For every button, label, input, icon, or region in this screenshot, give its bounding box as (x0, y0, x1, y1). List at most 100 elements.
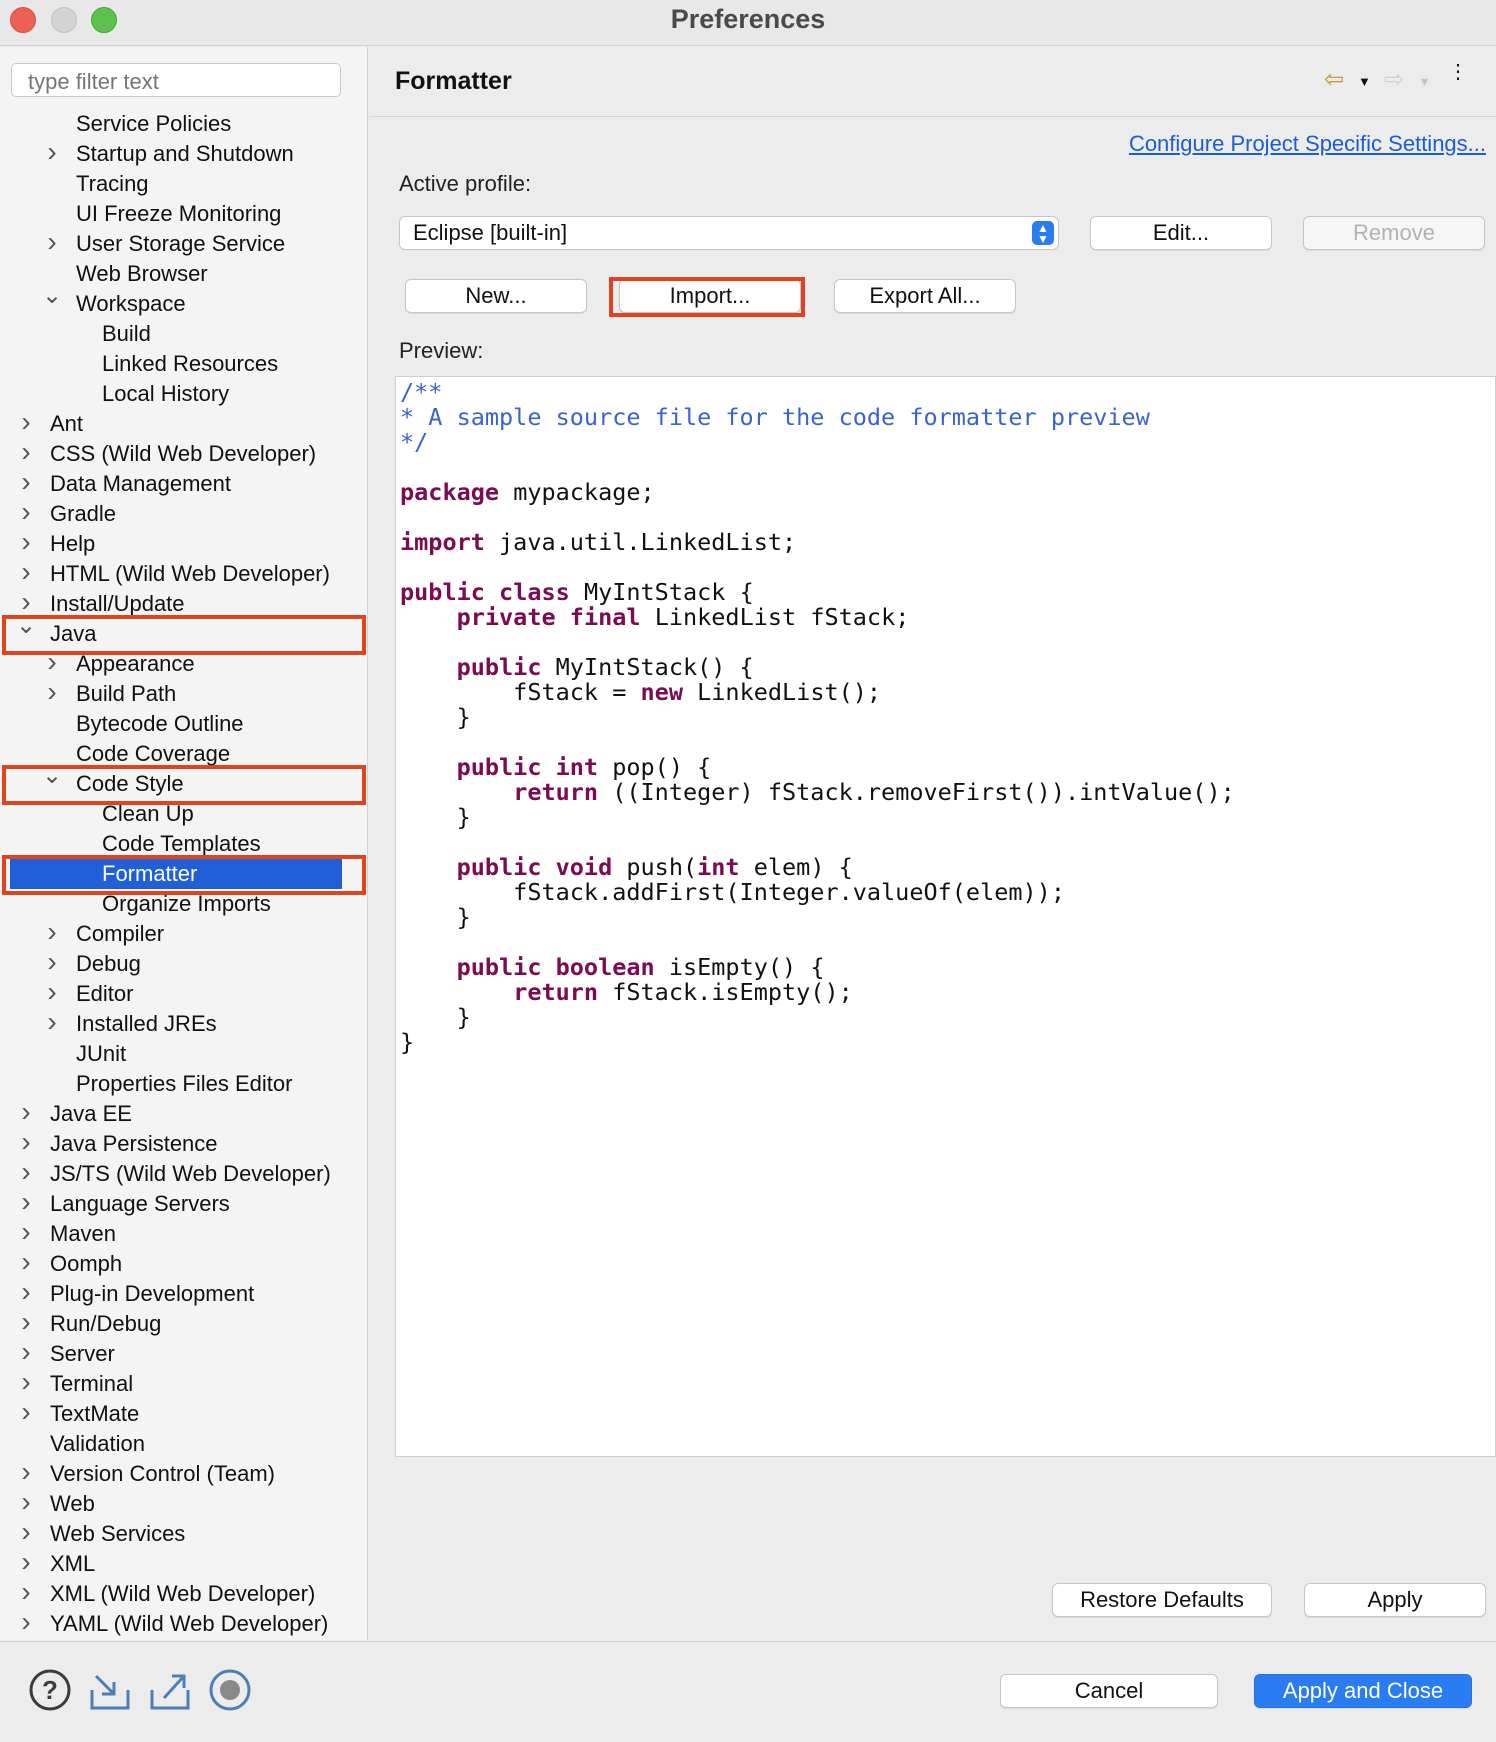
chevron-right-icon[interactable]: › (16, 1217, 36, 1247)
tree-item[interactable]: Linked Resources (0, 349, 367, 379)
back-arrow-icon[interactable]: ⇦ (1324, 65, 1344, 94)
tree-item[interactable]: › Server (0, 1337, 367, 1369)
chevron-right-icon[interactable]: › (16, 1157, 36, 1187)
tree-item[interactable]: Formatter (10, 859, 342, 889)
forward-dropdown-icon[interactable]: ▼ (1418, 74, 1431, 89)
tree-item[interactable]: Service Policies (0, 109, 367, 139)
tree-item[interactable]: › Web (0, 1487, 367, 1519)
tree-item[interactable]: ⌄ Java (0, 612, 367, 649)
chevron-right-icon[interactable]: › (16, 557, 36, 587)
tree-item[interactable]: › Compiler (0, 917, 367, 949)
tree-item[interactable]: › Web Services (0, 1517, 367, 1549)
export-all-button[interactable]: Export All... (834, 279, 1016, 313)
tree-item[interactable]: › CSS (Wild Web Developer) (0, 437, 367, 469)
import-button[interactable]: Import... (619, 279, 801, 313)
tree-item[interactable]: › Version Control (Team) (0, 1457, 367, 1489)
tree-item[interactable]: › Language Servers (0, 1187, 367, 1219)
tree-item[interactable]: › Debug (0, 947, 367, 979)
tree-item[interactable]: › Install/Update (0, 587, 367, 619)
view-menu-icon[interactable]: ⋮ (1448, 62, 1468, 82)
tree-item[interactable]: Build (0, 319, 367, 349)
chevron-right-icon[interactable]: › (42, 1007, 62, 1037)
apply-and-close-button[interactable]: Apply and Close (1254, 1674, 1472, 1708)
profile-select[interactable]: Eclipse [built-in] ▲ ▼ (399, 216, 1059, 250)
chevron-right-icon[interactable]: › (16, 1277, 36, 1307)
tree-item[interactable]: › Java EE (0, 1097, 367, 1129)
chevron-right-icon[interactable]: › (16, 1367, 36, 1397)
tree-item[interactable]: › Plug-in Development (0, 1277, 367, 1309)
chevron-right-icon[interactable]: › (16, 1337, 36, 1367)
tree-item[interactable]: › Run/Debug (0, 1307, 367, 1339)
tree-item[interactable]: Bytecode Outline (0, 709, 367, 739)
chevron-right-icon[interactable]: › (16, 1487, 36, 1517)
restore-defaults-button[interactable]: Restore Defaults (1052, 1583, 1272, 1617)
chevron-right-icon[interactable]: › (16, 1547, 36, 1577)
tree-item[interactable]: Validation (0, 1429, 367, 1459)
tree-item[interactable]: › TextMate (0, 1397, 367, 1429)
tree-item[interactable]: › Maven (0, 1217, 367, 1249)
tree-item[interactable]: › Appearance (0, 647, 367, 679)
chevron-right-icon[interactable]: › (16, 1247, 36, 1277)
record-icon[interactable] (208, 1668, 252, 1712)
chevron-right-icon[interactable]: › (16, 1187, 36, 1217)
chevron-right-icon[interactable]: › (42, 227, 62, 257)
tree-item[interactable]: UI Freeze Monitoring (0, 199, 367, 229)
tree-item[interactable]: › YAML (Wild Web Developer) (0, 1607, 367, 1639)
chevron-right-icon[interactable]: › (16, 1607, 36, 1637)
tree-item[interactable]: › XML (0, 1547, 367, 1579)
import-icon[interactable] (88, 1668, 132, 1712)
new-button[interactable]: New... (405, 279, 587, 313)
apply-button[interactable]: Apply (1304, 1583, 1486, 1617)
chevron-right-icon[interactable]: › (42, 917, 62, 947)
tree-item[interactable]: › User Storage Service (0, 227, 367, 259)
chevron-right-icon[interactable]: › (42, 977, 62, 1007)
tree-item[interactable]: JUnit (0, 1039, 367, 1069)
chevron-down-icon[interactable]: ⌄ (42, 761, 62, 791)
tree-item[interactable]: › Data Management (0, 467, 367, 499)
tree-item[interactable]: ⌄ Code Style (0, 762, 367, 799)
chevron-right-icon[interactable]: › (16, 467, 36, 497)
chevron-right-icon[interactable]: › (16, 1577, 36, 1607)
tree-item[interactable]: Clean Up (0, 799, 367, 829)
chevron-right-icon[interactable]: › (16, 437, 36, 467)
tree-item[interactable]: › Terminal (0, 1367, 367, 1399)
chevron-right-icon[interactable]: › (42, 137, 62, 167)
chevron-right-icon[interactable]: › (16, 1127, 36, 1157)
tree-item[interactable]: › Ant (0, 407, 367, 439)
chevron-right-icon[interactable]: › (16, 1457, 36, 1487)
tree-item[interactable]: › JS/TS (Wild Web Developer) (0, 1157, 367, 1189)
tree-item[interactable]: › Gradle (0, 497, 367, 529)
tree-item[interactable]: › Editor (0, 977, 367, 1009)
cancel-button[interactable]: Cancel (1000, 1674, 1218, 1708)
edit-button[interactable]: Edit... (1090, 216, 1272, 250)
chevron-right-icon[interactable]: › (16, 497, 36, 527)
forward-arrow-icon[interactable]: ⇨ (1384, 65, 1404, 94)
tree-item[interactable]: Organize Imports (0, 889, 367, 919)
tree-item[interactable]: › XML (Wild Web Developer) (0, 1577, 367, 1609)
configure-project-settings-link[interactable]: Configure Project Specific Settings... (1129, 131, 1486, 157)
chevron-right-icon[interactable]: › (16, 407, 36, 437)
tree-item[interactable]: › Build Path (0, 677, 367, 709)
chevron-right-icon[interactable]: › (16, 1397, 36, 1427)
tree-item[interactable]: Code Templates (0, 829, 367, 859)
tree-item[interactable]: › Startup and Shutdown (0, 137, 367, 169)
tree-item[interactable]: › Oomph (0, 1247, 367, 1279)
tree-item[interactable]: › Java Persistence (0, 1127, 367, 1159)
chevron-down-icon[interactable]: ⌄ (16, 611, 36, 641)
back-dropdown-icon[interactable]: ▼ (1358, 74, 1371, 89)
tree-item[interactable]: Local History (0, 379, 367, 409)
tree-item[interactable]: › Help (0, 527, 367, 559)
remove-button[interactable]: Remove (1303, 216, 1485, 250)
tree-item[interactable]: ⌄ Workspace (0, 282, 367, 319)
chevron-right-icon[interactable]: › (16, 1097, 36, 1127)
chevron-right-icon[interactable]: › (42, 647, 62, 677)
chevron-right-icon[interactable]: › (16, 1517, 36, 1547)
filter-input[interactable] (11, 63, 341, 97)
tree-item[interactable]: Tracing (0, 169, 367, 199)
chevron-right-icon[interactable]: › (42, 677, 62, 707)
tree-item[interactable]: › Installed JREs (0, 1007, 367, 1039)
chevron-down-icon[interactable]: ⌄ (42, 281, 62, 311)
chevron-right-icon[interactable]: › (16, 527, 36, 557)
help-icon[interactable]: ? (28, 1668, 72, 1712)
tree-item[interactable]: › HTML (Wild Web Developer) (0, 557, 367, 589)
